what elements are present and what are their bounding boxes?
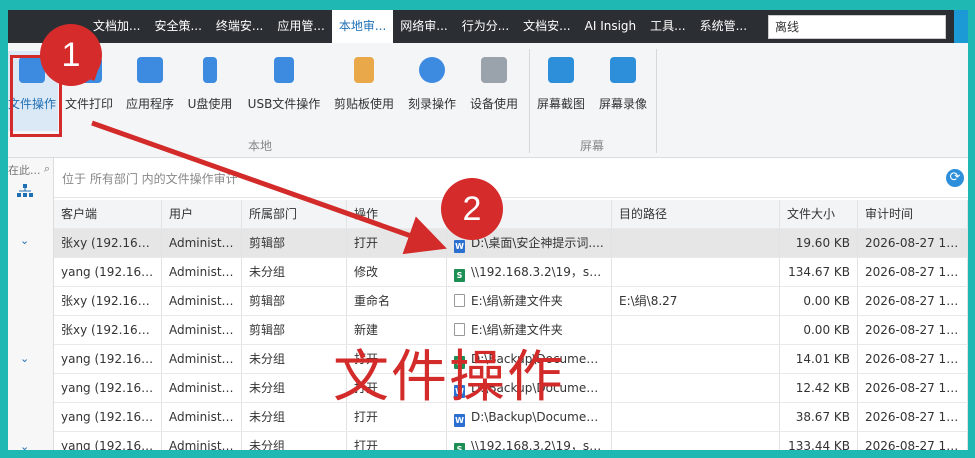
step-badge-2: 2 bbox=[441, 178, 503, 240]
annotation-text: 文件操作 bbox=[333, 345, 565, 410]
step-badge-1: 1 bbox=[40, 24, 102, 86]
app-window: 文档加... 安全策... 终端安... 应用管... 本地审... 网络审..… bbox=[8, 10, 968, 450]
